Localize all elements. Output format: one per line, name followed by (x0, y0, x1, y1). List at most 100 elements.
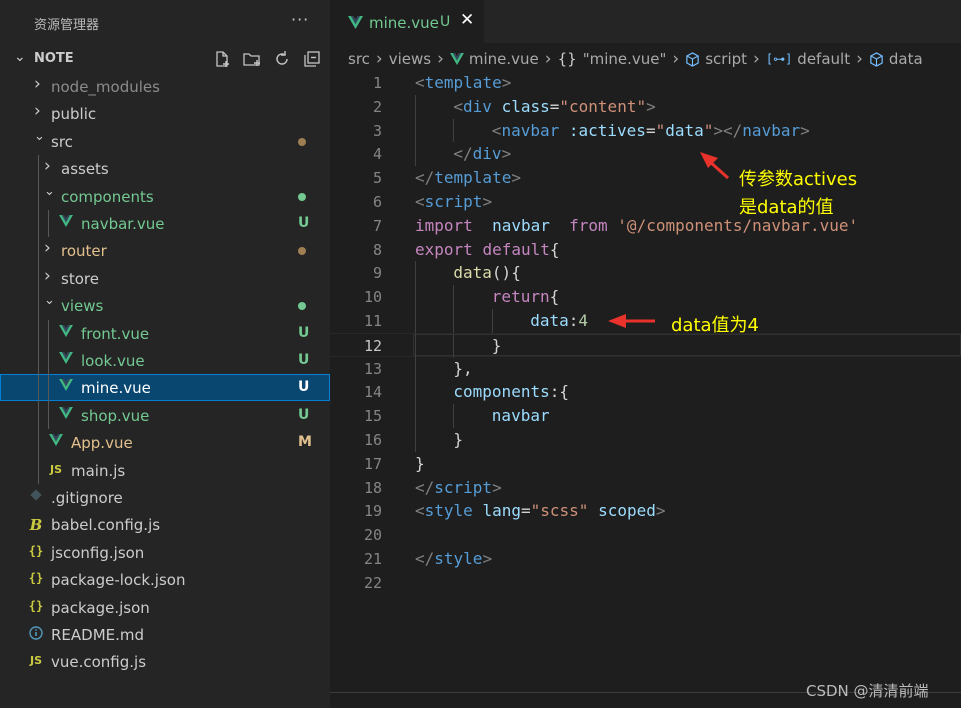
chevron-right-icon: › (44, 265, 51, 286)
tree-item-assets[interactable]: › assets (0, 155, 330, 182)
code-line[interactable]: 5 </template> (330, 166, 961, 190)
code-line[interactable]: 12} (330, 332, 961, 358)
tree-item-babel-config-js[interactable]: Bbabel.config.js (0, 511, 330, 538)
vue-icon (58, 215, 74, 231)
code-text: data:4 (530, 311, 588, 330)
tree-item-shop-vue[interactable]: shop.vue U (0, 402, 330, 429)
tree-item-src[interactable]: ⌄ src (0, 128, 330, 155)
refresh-icon[interactable] (271, 48, 293, 70)
explorer-title: 资源管理器 (34, 18, 100, 33)
code-line[interactable]: 2 <div class="content"> (330, 94, 961, 119)
code-line[interactable]: 11 data:4 (330, 309, 961, 333)
code-line[interactable]: 6 <script> (330, 190, 961, 214)
indent-guide (453, 404, 455, 428)
annotation-note-actives-1: 传参数actives (739, 169, 858, 190)
tab-bar: mine.vue U ✕ (330, 0, 961, 43)
code-line[interactable]: 4 </div> (330, 142, 961, 167)
indent-guide (48, 319, 49, 430)
code-line[interactable]: 1 <template> (330, 71, 961, 95)
breadcrumb-item[interactable]: {} "mine.vue" (558, 50, 667, 68)
workspace-section-header[interactable]: ⌄ NOTE (0, 45, 330, 73)
code-text: <style lang="scss" scoped> (415, 501, 666, 521)
cube-icon (869, 51, 884, 67)
tree-item-label: README.md (51, 626, 145, 644)
indent-guide (453, 333, 455, 358)
info-icon (28, 626, 44, 642)
code-line[interactable]: 16} (330, 428, 961, 452)
line-number: 20 (363, 526, 382, 545)
line-number: 13 (363, 359, 382, 378)
git-status-dot (298, 247, 306, 256)
git-status-dot (298, 192, 306, 201)
chevron-down-icon: ⌄ (34, 128, 45, 144)
tree-item-store[interactable]: › store (0, 265, 330, 292)
tree-item-gitignore[interactable]: .gitignore (0, 484, 330, 511)
breadcrumb-label: mine.vue (468, 50, 539, 68)
line-number: 22 (363, 573, 382, 592)
code-line[interactable]: 8 export default{ (330, 238, 961, 262)
tree-item-package-json[interactable]: {} package.json (0, 594, 330, 621)
tree-item-app-vue[interactable]: App.vue M (0, 429, 330, 456)
tree-item-vue-config-js[interactable]: JS vue.config.js (0, 648, 330, 675)
more-actions-icon[interactable]: ··· (291, 10, 309, 29)
tree-item-label: assets (61, 160, 109, 179)
tree-item-jsconfig-json[interactable]: {} jsconfig.json (0, 539, 330, 566)
tree-item-components[interactable]: ⌄ components (0, 183, 330, 210)
code-text: data(){ (453, 263, 521, 283)
breadcrumb-item[interactable]: views (389, 50, 431, 68)
watermark: CSDN @清清前端 (806, 682, 929, 700)
code-text: <div class="content"> (453, 96, 656, 116)
line-number: 5 (372, 169, 382, 188)
tree-item-front-vue[interactable]: front.vue U (0, 320, 330, 347)
vue-icon (348, 14, 363, 33)
code-line[interactable]: 15 navbar (330, 404, 961, 428)
tree-item-router[interactable]: › router (0, 237, 330, 264)
git-status-badge: U (298, 379, 310, 396)
breadcrumb-item[interactable]: data (869, 50, 923, 68)
close-icon[interactable]: ✕ (460, 10, 474, 30)
code-text: </script> (415, 477, 502, 497)
tree-item-readme-md[interactable]: README.md (0, 621, 330, 648)
line-number: 18 (363, 478, 382, 497)
line-number: 3 (372, 121, 382, 140)
breadcrumb-item[interactable]: mine.vue (449, 50, 539, 68)
code-line[interactable]: 7 import navbar from '@/components/navbar… (330, 214, 961, 238)
code-line[interactable]: 22 (330, 571, 961, 595)
tree-item-public[interactable]: › public (0, 100, 330, 127)
code-text: }, (453, 358, 473, 378)
code-line[interactable]: 18 </script> (330, 476, 961, 500)
tree-item-main-js[interactable]: JS main.js (0, 457, 330, 484)
indent-guide (415, 333, 416, 358)
code-line[interactable]: 3 <navbar :actives="data"></navbar> (330, 118, 961, 143)
code-text: } (491, 335, 502, 355)
tree-item-node-modules[interactable]: › node_modules (0, 73, 330, 100)
tree-item-mine-vue[interactable]: mine.vue U (0, 374, 330, 402)
breadcrumb-label: data (888, 50, 923, 68)
code-line[interactable]: 9 data(){ (330, 261, 961, 286)
code-line[interactable]: 21 </style> (330, 547, 961, 571)
code-line[interactable]: 14 components:{ (330, 380, 961, 405)
new-file-icon[interactable] (211, 48, 233, 70)
code-line[interactable]: 13}, (330, 356, 961, 381)
breadcrumb-item[interactable]: src (348, 50, 370, 68)
tab-mine-vue[interactable]: mine.vue U ✕ (330, 0, 484, 43)
new-folder-icon[interactable] (241, 48, 263, 70)
indent-guide (415, 285, 416, 309)
breadcrumb-item[interactable]: [⊶] default (766, 50, 850, 68)
line-number: 12 (363, 336, 382, 355)
code-line[interactable]: 19 <style lang="scss" scoped> (330, 499, 961, 523)
tree-item-views[interactable]: ⌄ views (0, 292, 330, 319)
code-text: } (453, 430, 464, 449)
code-line[interactable]: 17} (330, 452, 961, 476)
collapse-all-icon[interactable] (301, 48, 323, 70)
tree-item-package-lock-json[interactable]: {} package-lock.json (0, 566, 330, 593)
tree-item-navbar-vue[interactable]: navbar.vue U (0, 210, 330, 237)
breadcrumb-item[interactable]: script (685, 50, 747, 68)
code-line[interactable]: 20 (330, 523, 961, 547)
tree-item-look-vue[interactable]: look.vue U (0, 347, 330, 374)
code-text: <template> (415, 73, 512, 92)
tree-item-label: App.vue (71, 434, 133, 453)
code-line[interactable]: 10 return{ (330, 285, 961, 309)
babel-file-icon: B (29, 516, 43, 535)
vue-icon (58, 352, 74, 368)
